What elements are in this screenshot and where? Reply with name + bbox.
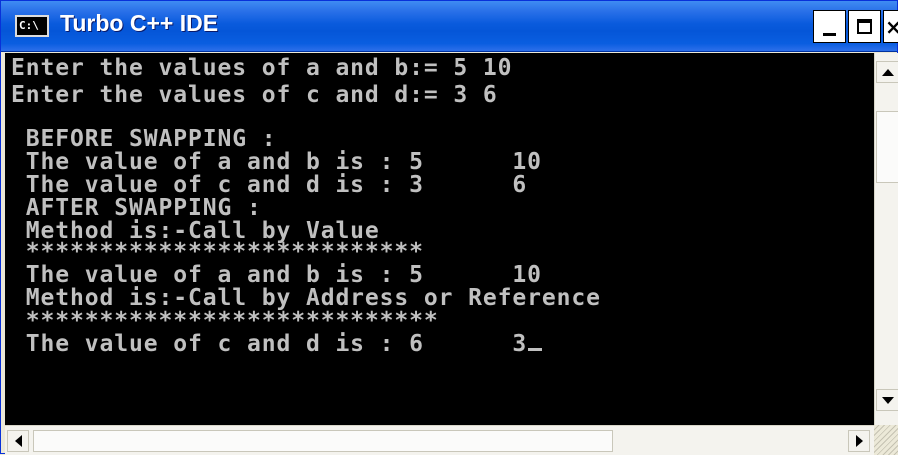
console-window: C:\ Turbo C++ IDE × Enter the values of … [0,0,898,455]
horizontal-scrollbar[interactable] [5,425,874,455]
close-button[interactable]: × [883,10,898,43]
console-line: AFTER SWAPPING : [11,195,262,221]
arrow-up-icon [881,68,894,76]
console-line: The value of a and b is : 5 10 [11,149,542,175]
window-title: Turbo C++ IDE [60,10,219,36]
console-line: Enter the values of a and b:= 5 10 [11,55,513,81]
title-bar[interactable]: C:\ Turbo C++ IDE × [1,1,898,52]
console-line: Enter the values of c and d:= 3 6 [11,82,498,108]
console-app-icon[interactable]: C:\ [15,15,49,37]
arrow-left-icon [14,435,22,447]
console-line: BEFORE SWAPPING : [11,126,277,152]
console-line: The value of c and d is : 6 3 [11,331,543,357]
scroll-down-button[interactable] [876,389,898,411]
console-line: *************************** [11,239,424,265]
maximize-button[interactable] [848,10,881,43]
console-line: The value of c and d is : 3 6 [11,172,528,198]
arrow-down-icon [881,396,894,404]
console-line: Method is:-Call by Address or Reference [11,285,601,311]
text-cursor [528,348,543,351]
scroll-right-button[interactable] [848,430,870,452]
resize-grip[interactable] [874,425,898,455]
vertical-scrollbar[interactable] [874,53,898,425]
minimize-button[interactable] [813,10,846,43]
close-icon: × [885,14,898,39]
console-line: **************************** [11,308,439,334]
horizontal-scroll-thumb[interactable] [33,430,613,452]
console-line-text: The value of c and d is : 6 3 [11,331,528,357]
console-output[interactable]: Enter the values of a and b:= 5 10 Enter… [5,53,874,425]
scroll-up-button[interactable] [876,61,898,83]
scroll-left-button[interactable] [7,430,29,452]
vertical-scroll-thumb[interactable] [876,111,898,183]
arrow-right-icon [855,435,863,447]
minimize-icon [823,33,836,36]
console-line: The value of a and b is : 5 10 [11,262,542,288]
maximize-icon [857,19,872,34]
